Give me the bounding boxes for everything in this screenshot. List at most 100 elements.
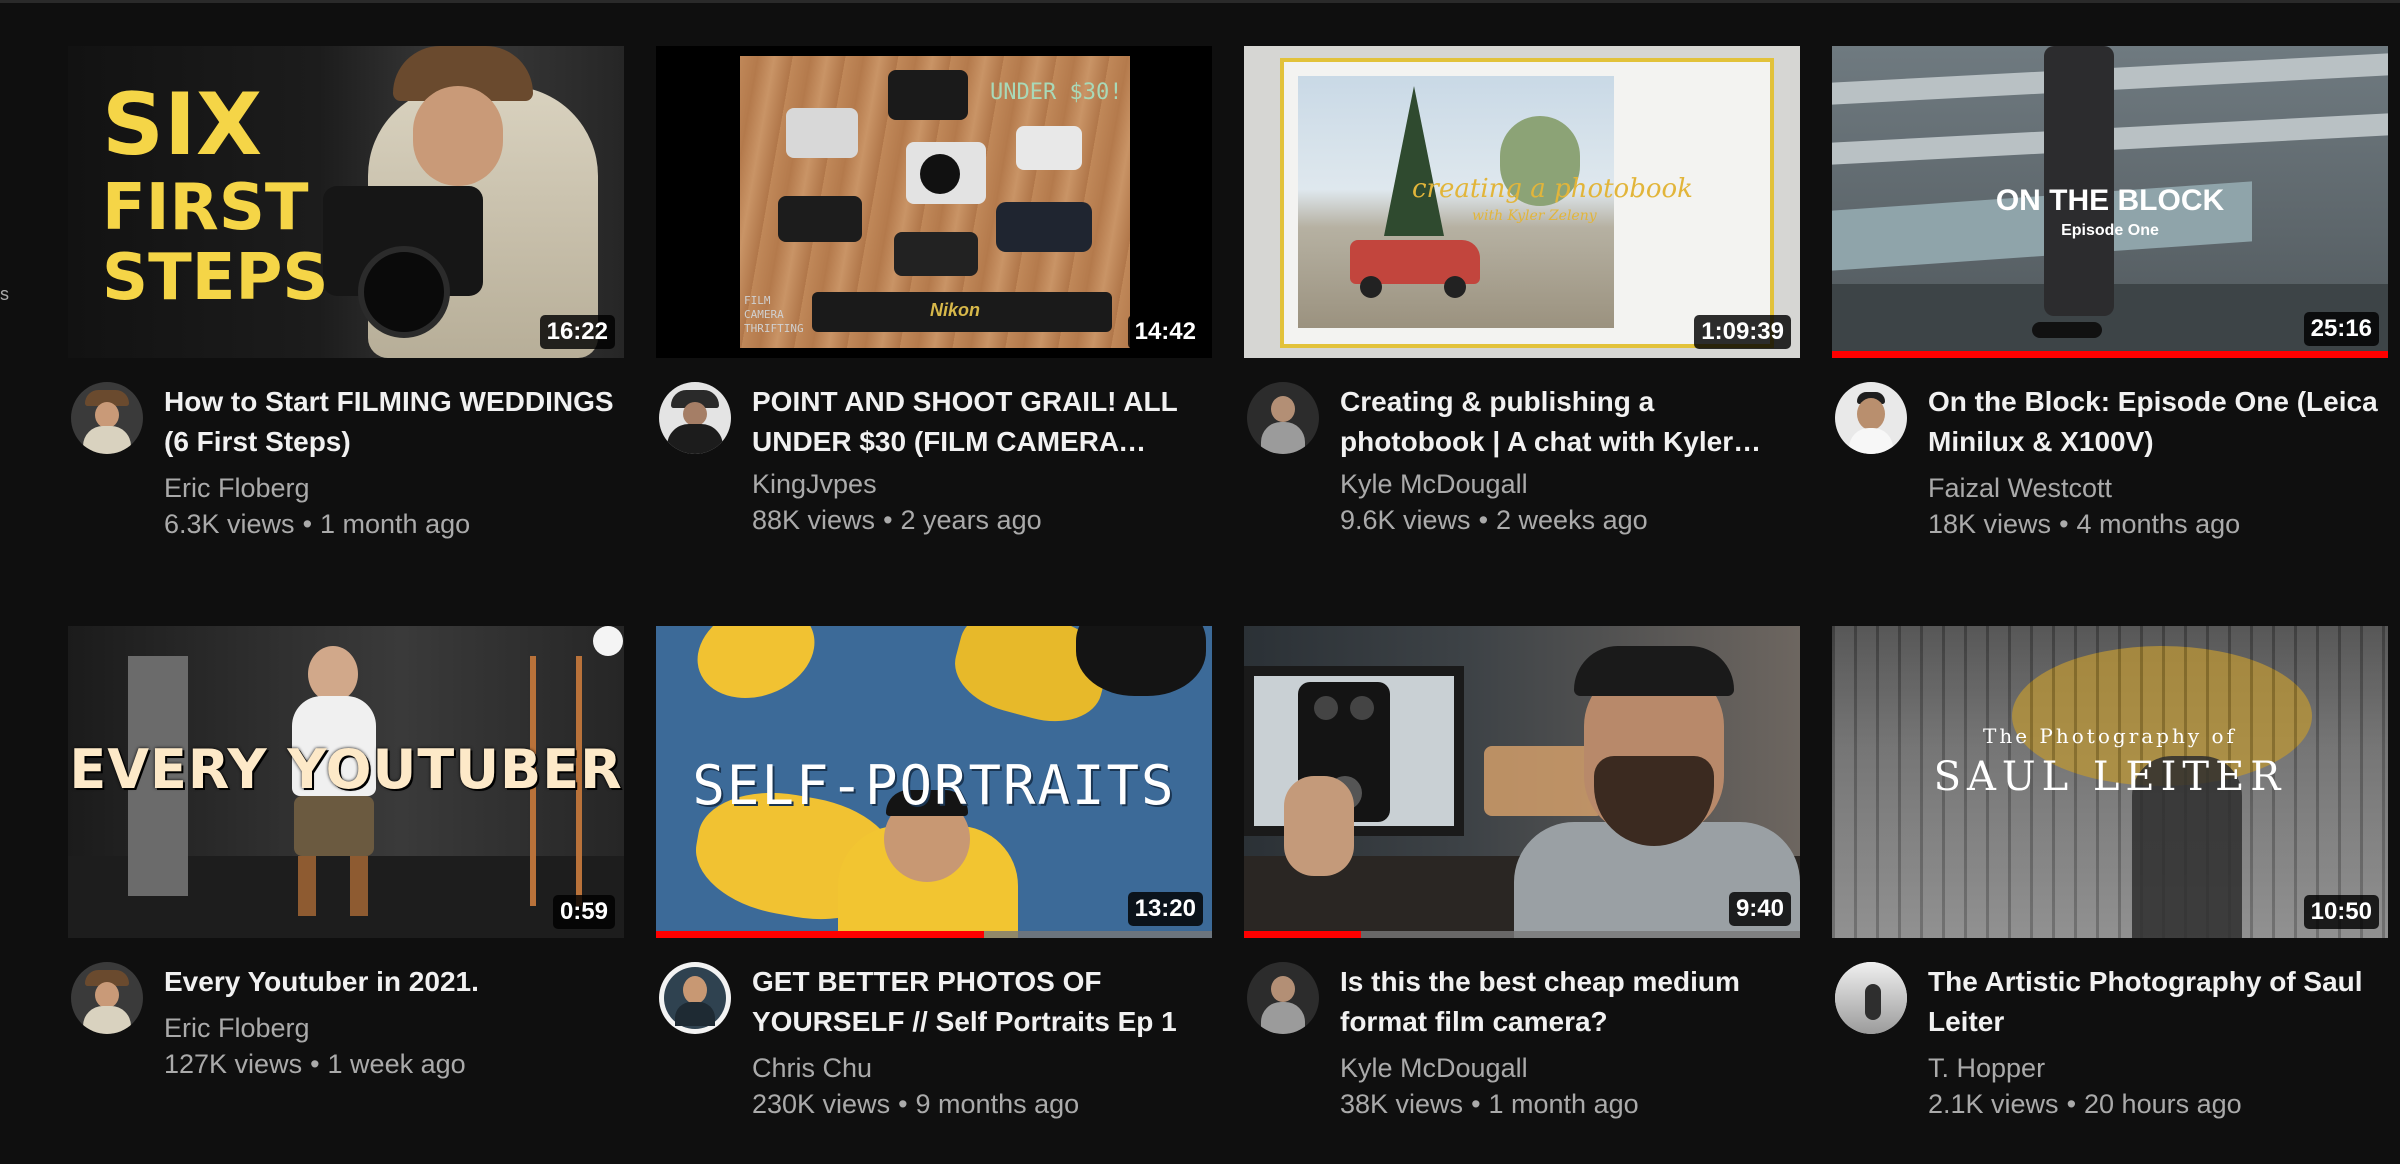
thumbnail-text-sub: Episode One	[2061, 222, 2159, 239]
thumbnail-text-heading: SAUL LEITER	[1933, 754, 2287, 800]
thumbnail-text-heading: ON THE BLOCK	[1995, 184, 2225, 217]
video-thumbnail[interactable]: EVERY YOUTUBER 0:59	[68, 626, 624, 938]
video-thumbnail[interactable]: ON THE BLOCK Episode One 25:16	[1832, 46, 2388, 358]
channel-avatar[interactable]	[659, 962, 731, 1034]
video-title[interactable]: Is this the best cheap medium format fil…	[1340, 962, 1790, 1042]
watch-progress-fill	[656, 931, 985, 938]
video-title[interactable]: POINT AND SHOOT GRAIL! ALL UNDER $30 (FI…	[752, 382, 1202, 462]
watch-progress-fill	[1244, 931, 1361, 938]
duration-badge: 1:09:39	[1694, 315, 1791, 349]
view-count: 88K views	[752, 505, 876, 535]
duration-badge: 13:20	[1127, 892, 1203, 926]
video-thumbnail[interactable]: The Photography of SAUL LEITER 10:50	[1832, 626, 2388, 938]
thumbnail-text-heading: creating a photobook	[1412, 174, 1693, 204]
channel-avatar[interactable]	[1835, 962, 1907, 1034]
video-card-3[interactable]: creating a photobook with Kyler Zeleny 1…	[1244, 46, 1800, 552]
view-count: 230K views	[752, 1089, 891, 1119]
video-card-6[interactable]: SELF-PORTRAITS 13:20 GET BETTER PHOTOS O…	[656, 626, 1212, 1132]
video-title[interactable]: GET BETTER PHOTOS OF YOURSELF // Self Po…	[752, 962, 1202, 1042]
channel-avatar[interactable]	[1247, 382, 1319, 454]
thumbnail-text-steps: STEPS	[102, 241, 329, 315]
video-meta: 88K views • 2 years ago	[752, 502, 1202, 538]
meta-separator: •	[310, 1049, 320, 1079]
duration-badge: 25:16	[2303, 312, 2379, 346]
thumbnail-text-strap: Nikon	[930, 300, 981, 320]
video-thumbnail[interactable]: 9:40	[1244, 626, 1800, 938]
meta-separator: •	[898, 1089, 908, 1119]
view-count: 2.1K views	[1928, 1089, 2059, 1119]
video-thumbnail[interactable]: Nikon UNDER $30! FILM CAMERA THRIFTING 1…	[656, 46, 1212, 358]
channel-name[interactable]: Kyle McDougall	[1340, 466, 1790, 502]
channel-avatar[interactable]	[1835, 382, 1907, 454]
video-meta: 127K views • 1 week ago	[164, 1046, 614, 1082]
video-title[interactable]: The Artistic Photography of Saul Leiter	[1928, 962, 2378, 1042]
video-meta: 38K views • 1 month ago	[1340, 1086, 1790, 1122]
upload-age: 4 months ago	[2076, 509, 2241, 539]
video-card-5[interactable]: EVERY YOUTUBER 0:59 Every Youtuber in 20…	[68, 626, 624, 1132]
video-card-4[interactable]: ON THE BLOCK Episode One 25:16 On the Bl…	[1832, 46, 2388, 552]
top-divider	[0, 0, 2400, 3]
channel-name[interactable]: Faizal Westcott	[1928, 470, 2378, 506]
video-title[interactable]: How to Start FILMING WEDDINGS (6 First S…	[164, 382, 614, 462]
duration-badge: 0:59	[552, 895, 615, 929]
video-title[interactable]: On the Block: Episode One (Leica Minilux…	[1928, 382, 2378, 462]
video-thumbnail[interactable]: SIX FIRST STEPS 16:22	[68, 46, 624, 358]
channel-name[interactable]: KingJvpes	[752, 466, 1202, 502]
video-card-1[interactable]: SIX FIRST STEPS 16:22 How to Start FILMI…	[68, 46, 624, 552]
watch-progress-fill	[1832, 351, 2388, 358]
upload-age: 2 weeks ago	[1496, 505, 1648, 535]
video-meta: 9.6K views • 2 weeks ago	[1340, 502, 1790, 538]
meta-separator: •	[1471, 1089, 1481, 1119]
view-count: 6.3K views	[164, 509, 295, 539]
view-count: 9.6K views	[1340, 505, 1471, 535]
channel-avatar[interactable]	[1247, 962, 1319, 1034]
video-title[interactable]: Creating & publishing a photobook | A ch…	[1340, 382, 1790, 462]
video-title[interactable]: Every Youtuber in 2021.	[164, 962, 614, 1002]
channel-name[interactable]: Chris Chu	[752, 1050, 1202, 1086]
duration-badge: 9:40	[1728, 892, 1791, 926]
thumbnail-text-film: FILM	[744, 294, 771, 307]
meta-separator: •	[2059, 509, 2069, 539]
meta-separator: •	[883, 505, 893, 535]
thumbnail-text-heading: EVERY YOUTUBER	[69, 738, 623, 801]
video-meta: 230K views • 9 months ago	[752, 1086, 1202, 1122]
meta-separator: •	[2066, 1089, 2077, 1119]
upload-age: 9 months ago	[915, 1089, 1080, 1119]
thumbnail-text-camera: CAMERA	[744, 308, 784, 321]
video-meta: 6.3K views • 1 month ago	[164, 506, 614, 542]
upload-age: 20 hours ago	[2084, 1089, 2242, 1119]
thumbnail-text-sub: The Photography of	[1983, 724, 2237, 748]
sidebar-edge-text: s	[0, 284, 9, 304]
channel-name[interactable]: Kyle McDougall	[1340, 1050, 1790, 1086]
video-thumbnail[interactable]: creating a photobook with Kyler Zeleny 1…	[1244, 46, 1800, 358]
thumbnail-text-heading: SELF-PORTRAITS	[692, 754, 1176, 817]
channel-name[interactable]: Eric Floberg	[164, 1010, 614, 1046]
thumbnail-text-sub: with Kyler Zeleny	[1472, 208, 1597, 224]
meta-separator: •	[1478, 505, 1489, 535]
thumbnail-text-six: SIX	[102, 75, 263, 175]
video-card-2[interactable]: Nikon UNDER $30! FILM CAMERA THRIFTING 1…	[656, 46, 1212, 552]
meta-separator: •	[302, 509, 313, 539]
upload-age: 1 month ago	[1488, 1089, 1639, 1119]
thumbnail-text-first: FIRST	[102, 171, 309, 245]
upload-age: 2 years ago	[900, 505, 1042, 535]
video-card-7[interactable]: 9:40 Is this the best cheap medium forma…	[1244, 626, 1800, 1132]
view-count: 18K views	[1928, 509, 2052, 539]
duration-badge: 16:22	[539, 315, 615, 349]
video-card-8[interactable]: The Photography of SAUL LEITER 10:50 The…	[1832, 626, 2388, 1132]
video-meta: 18K views • 4 months ago	[1928, 506, 2378, 542]
video-thumbnail[interactable]: SELF-PORTRAITS 13:20	[656, 626, 1212, 938]
channel-name[interactable]: Eric Floberg	[164, 470, 614, 506]
duration-badge: 10:50	[2303, 895, 2379, 929]
channel-avatar[interactable]	[71, 382, 143, 454]
thumbnail-text-thrifting: THRIFTING	[744, 322, 804, 335]
channel-avatar[interactable]	[71, 962, 143, 1034]
channel-name[interactable]: T. Hopper	[1928, 1050, 2378, 1086]
channel-avatar[interactable]	[659, 382, 731, 454]
watch-progress-bar	[656, 931, 1212, 938]
duration-badge: 14:42	[1127, 315, 1203, 349]
watch-progress-bar	[1832, 351, 2388, 358]
upload-age: 1 week ago	[327, 1049, 466, 1079]
upload-age: 1 month ago	[320, 509, 471, 539]
thumbnail-text-price: UNDER $30!	[990, 80, 1123, 105]
